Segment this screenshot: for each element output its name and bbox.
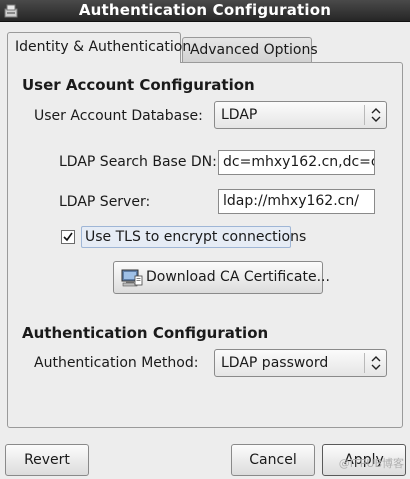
- computer-certificate-icon: [121, 268, 143, 288]
- tls-checkbox-label[interactable]: Use TLS to encrypt connections: [81, 226, 306, 248]
- ldap-server-label: LDAP Server:: [59, 194, 151, 210]
- up-down-arrows-icon: [364, 105, 386, 125]
- auth-config-window: Authentication Configuration Identity & …: [0, 0, 410, 479]
- database-label: User Account Database:: [34, 108, 203, 124]
- search-base-label: LDAP Search Base DN:: [59, 154, 217, 170]
- ldap-search-base-field[interactable]: dc=mhxy162.cn,dc=cn: [218, 150, 375, 175]
- checkmark-icon: [63, 232, 73, 242]
- window-title: Authentication Configuration: [78, 1, 332, 19]
- auth-method-combo-value: LDAP password: [221, 355, 329, 371]
- user-account-section-title: User Account Configuration: [22, 76, 255, 94]
- up-down-arrows-icon: [364, 353, 386, 373]
- user-account-database-combo[interactable]: LDAP: [214, 101, 387, 129]
- tab-advanced-options[interactable]: Advanced Options: [182, 37, 318, 62]
- revert-button[interactable]: Revert: [5, 444, 89, 476]
- database-combo-value: LDAP: [221, 107, 258, 123]
- watermark-text: @ITPUB博客: [338, 457, 404, 470]
- download-ca-label: Download CA Certificate...: [146, 269, 330, 285]
- title-bar[interactable]: Authentication Configuration: [0, 0, 410, 22]
- tls-checkbox[interactable]: [61, 230, 75, 244]
- cancel-button[interactable]: Cancel: [231, 444, 315, 476]
- authentication-section-title: Authentication Configuration: [22, 324, 269, 342]
- tab-panel-identity: User Account Configuration User Account …: [7, 62, 403, 428]
- tab-identity-authentication[interactable]: Identity & Authentication: [7, 32, 191, 63]
- auth-method-label: Authentication Method:: [34, 355, 199, 371]
- download-ca-certificate-button[interactable]: Download CA Certificate...: [113, 261, 330, 294]
- ldap-server-field[interactable]: ldap://mhxy162.cn/: [218, 189, 375, 214]
- authentication-method-combo[interactable]: LDAP password: [214, 349, 387, 377]
